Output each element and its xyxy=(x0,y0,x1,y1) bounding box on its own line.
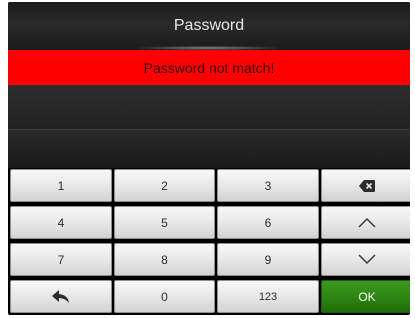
key-6[interactable]: 6 xyxy=(217,206,319,239)
key-9[interactable]: 9 xyxy=(217,243,319,276)
chevron-down-icon xyxy=(358,254,376,265)
error-banner: Password not match! xyxy=(8,50,410,85)
key-1-label: 1 xyxy=(57,178,65,193)
key-3[interactable]: 3 xyxy=(217,169,319,202)
key-5[interactable]: 5 xyxy=(114,206,215,239)
key-5-label: 5 xyxy=(161,215,168,230)
key-6-label: 6 xyxy=(264,215,272,230)
down-button[interactable] xyxy=(321,243,410,276)
device-screen: Password Password not match! 1 2 3 4 5 6 xyxy=(8,2,410,315)
backspace-button[interactable] xyxy=(321,169,410,202)
chevron-up-icon xyxy=(358,217,376,228)
key-4-label: 4 xyxy=(57,215,65,230)
input-mode-button[interactable]: 123 xyxy=(217,280,319,313)
up-button[interactable] xyxy=(321,206,410,239)
key-7[interactable]: 7 xyxy=(10,243,112,276)
back-button[interactable] xyxy=(10,280,112,313)
input-mode-label: 123 xyxy=(258,290,278,303)
key-8[interactable]: 8 xyxy=(114,243,215,276)
key-7-label: 7 xyxy=(57,252,65,267)
key-0[interactable]: 0 xyxy=(114,280,215,313)
ok-button[interactable]: OK xyxy=(321,280,410,313)
key-4[interactable]: 4 xyxy=(10,206,112,239)
key-2[interactable]: 2 xyxy=(114,169,215,202)
key-2-label: 2 xyxy=(161,178,168,193)
key-1[interactable]: 1 xyxy=(10,169,112,202)
ok-label: OK xyxy=(358,289,376,304)
key-0-label: 0 xyxy=(161,289,168,304)
title-bar: Password xyxy=(8,2,410,50)
numeric-keypad: 1 2 3 4 5 6 7 8 9 0 123 OK xyxy=(10,169,410,313)
key-3-label: 3 xyxy=(264,178,272,193)
key-8-label: 8 xyxy=(161,252,168,267)
page-title: Password xyxy=(173,17,245,34)
error-message: Password not match! xyxy=(143,60,275,76)
back-arrow-icon xyxy=(52,289,70,304)
backspace-icon xyxy=(359,179,375,192)
key-9-label: 9 xyxy=(264,252,272,267)
password-field[interactable] xyxy=(8,85,410,130)
keypad-header-area xyxy=(8,130,410,168)
